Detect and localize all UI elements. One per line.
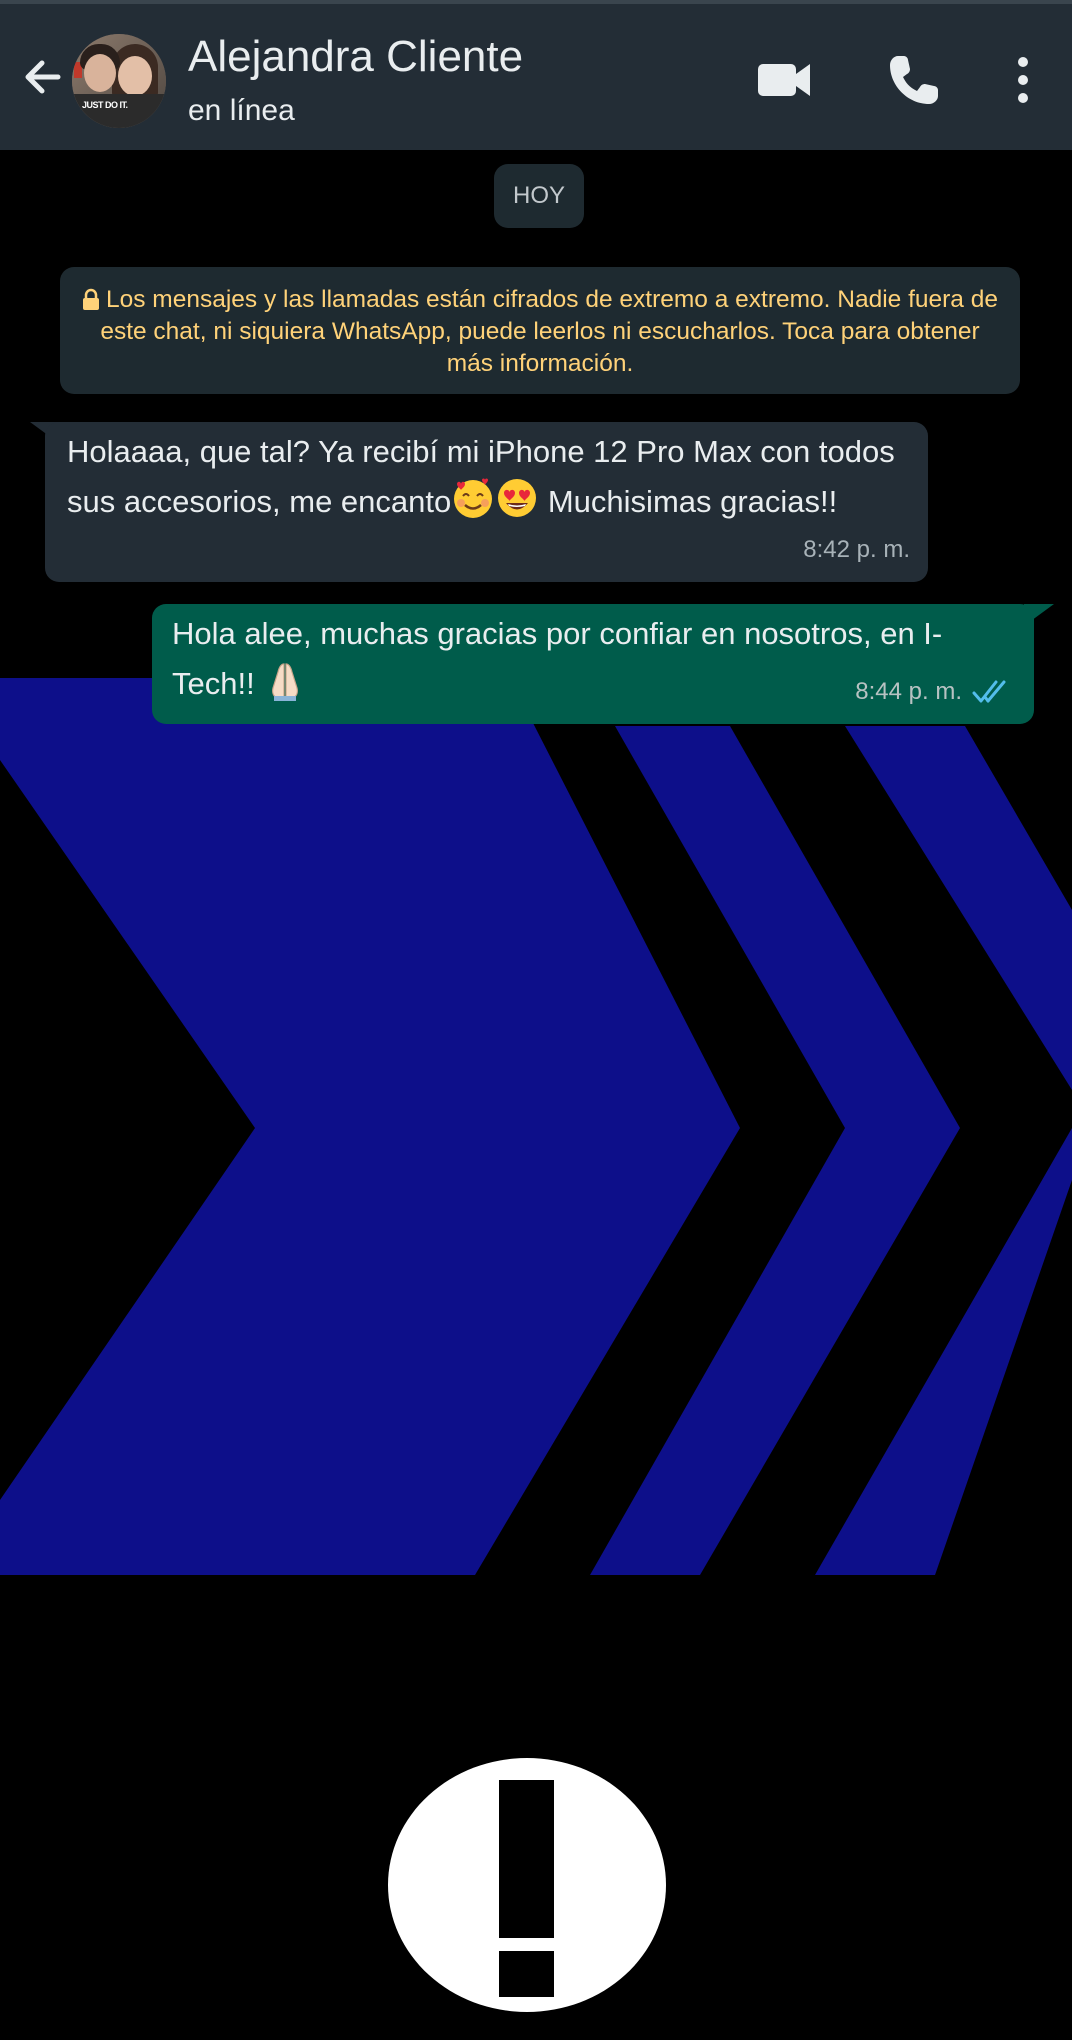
phone-call-icon[interactable]	[884, 50, 944, 110]
avatar-shirt-text: JUST DO IT.	[82, 100, 128, 110]
more-options-icon[interactable]	[1008, 50, 1038, 110]
incoming-message[interactable]: Holaaaa, que tal? Ya recibí mi iPhone 12…	[45, 422, 928, 582]
back-arrow-icon[interactable]	[18, 52, 68, 102]
message-time: 8:42 p. m.	[803, 536, 910, 563]
contact-name[interactable]: Alejandra Cliente	[188, 32, 523, 82]
exclamation-circle-icon	[388, 1758, 666, 2012]
chat-header: JUST DO IT. Alejandra Cliente en línea	[0, 0, 1072, 150]
encryption-notice-text: Los mensajes y las llamadas están cifrad…	[100, 286, 998, 377]
contact-status: en línea	[188, 94, 295, 127]
contact-avatar[interactable]: JUST DO IT.	[72, 34, 166, 128]
folded-hands-emoji	[263, 658, 307, 702]
message-text-continued: Muchisimas gracias!!	[539, 484, 838, 519]
video-call-icon[interactable]	[754, 50, 814, 110]
lock-icon	[83, 288, 99, 310]
encryption-notice[interactable]: Los mensajes y las llamadas están cifrad…	[60, 267, 1020, 394]
outgoing-message[interactable]: Hola alee, muchas gracias por confiar en…	[152, 604, 1034, 724]
smiling-face-with-hearts-emoji	[451, 476, 495, 520]
date-chip: HOY	[494, 164, 584, 228]
heart-eyes-emoji	[495, 476, 539, 520]
message-time: 8:44 p. m.	[855, 678, 962, 705]
read-ticks-icon	[972, 680, 1006, 703]
